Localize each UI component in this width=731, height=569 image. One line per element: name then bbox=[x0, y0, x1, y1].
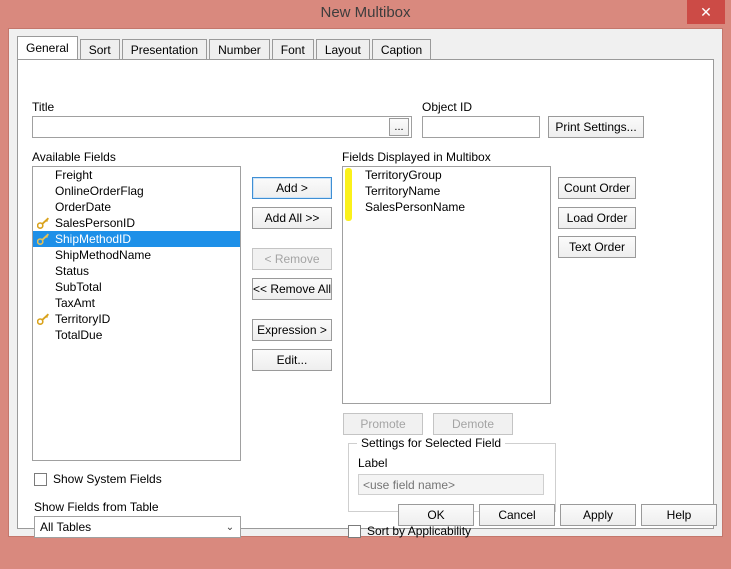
dialog-client-area: General Sort Presentation Number Font La… bbox=[8, 28, 723, 538]
list-item[interactable]: TerritoryGroup bbox=[343, 167, 550, 183]
expression-button[interactable]: Expression > bbox=[252, 319, 332, 341]
title-browse-button[interactable]: ... bbox=[389, 118, 409, 136]
tab-font[interactable]: Font bbox=[271, 39, 314, 59]
list-item[interactable]: SalesPersonID bbox=[33, 215, 240, 231]
count-order-button[interactable]: Count Order bbox=[558, 177, 636, 199]
tab-number[interactable]: Number bbox=[209, 39, 270, 59]
remove-all-button[interactable]: << Remove All bbox=[252, 278, 332, 300]
list-item[interactable]: TerritoryName bbox=[343, 183, 550, 199]
list-item[interactable]: SubTotal bbox=[33, 279, 240, 295]
list-item-label: OrderDate bbox=[55, 200, 112, 214]
label-caption: Label bbox=[358, 456, 388, 470]
list-item-selected[interactable]: ShipMethodID bbox=[33, 231, 240, 247]
promote-button[interactable]: Promote bbox=[343, 413, 423, 435]
text-order-button[interactable]: Text Order bbox=[558, 236, 636, 258]
list-item-label: TerritoryID bbox=[55, 312, 111, 326]
list-item[interactable]: TotalDue bbox=[33, 327, 240, 343]
demote-button[interactable]: Demote bbox=[433, 413, 513, 435]
object-id-input[interactable] bbox=[422, 116, 540, 138]
list-item[interactable]: SalesPersonName bbox=[343, 199, 550, 215]
show-system-fields-checkbox[interactable]: Show System Fields bbox=[34, 472, 162, 486]
window-title: New Multibox bbox=[320, 4, 411, 21]
help-button[interactable]: Help bbox=[641, 504, 717, 526]
cancel-button[interactable]: Cancel bbox=[479, 504, 555, 526]
dialog-window: New Multibox ✕ General Sort Presentation… bbox=[0, 0, 731, 569]
close-icon[interactable]: ✕ bbox=[687, 0, 725, 24]
available-fields-list[interactable]: Freight OnlineOrderFlag OrderDate SalesP… bbox=[32, 166, 241, 461]
add-button[interactable]: Add > bbox=[252, 177, 332, 199]
displayed-fields-label: Fields Displayed in Multibox bbox=[342, 150, 491, 164]
checkbox-box bbox=[34, 472, 47, 486]
ok-button[interactable]: OK bbox=[398, 504, 474, 526]
apply-button[interactable]: Apply bbox=[560, 504, 636, 526]
list-item-label: Status bbox=[55, 264, 90, 278]
displayed-fields-list[interactable]: TerritoryGroup TerritoryName SalesPerson… bbox=[342, 166, 551, 404]
tab-page-general: Title ... Object ID Print Settings... Av… bbox=[17, 59, 714, 538]
list-item[interactable]: Status bbox=[33, 263, 240, 279]
list-item[interactable]: TaxAmt bbox=[33, 295, 240, 311]
tab-presentation[interactable]: Presentation bbox=[121, 39, 208, 59]
print-settings-button[interactable]: Print Settings... bbox=[548, 116, 644, 138]
dialog-footer: OK Cancel Apply Help bbox=[9, 492, 722, 536]
list-item[interactable]: OnlineOrderFlag bbox=[33, 183, 240, 199]
tab-layout[interactable]: Layout bbox=[315, 39, 370, 59]
tab-general[interactable]: General bbox=[17, 36, 78, 59]
title-bar: New Multibox ✕ bbox=[0, 0, 731, 28]
key-icon bbox=[36, 217, 50, 230]
list-item-label: SalesPersonName bbox=[365, 200, 466, 214]
tab-sort[interactable]: Sort bbox=[79, 39, 120, 59]
list-item-label: TerritoryGroup bbox=[365, 168, 442, 182]
load-order-button[interactable]: Load Order bbox=[558, 207, 636, 229]
list-item[interactable]: Freight bbox=[33, 167, 240, 183]
list-item-label: SubTotal bbox=[55, 280, 102, 294]
list-item[interactable]: OrderDate bbox=[33, 199, 240, 215]
available-fields-label: Available Fields bbox=[32, 150, 116, 164]
show-system-fields-label: Show System Fields bbox=[53, 472, 162, 486]
list-item-label: OnlineOrderFlag bbox=[55, 184, 144, 198]
list-item-label: ShipMethodID bbox=[55, 232, 132, 246]
edit-button[interactable]: Edit... bbox=[252, 349, 332, 371]
list-item[interactable]: ShipMethodName bbox=[33, 247, 240, 263]
add-all-button[interactable]: Add All >> bbox=[252, 207, 332, 229]
list-item-label: TotalDue bbox=[55, 328, 103, 342]
settings-group-title: Settings for Selected Field bbox=[357, 436, 506, 450]
key-icon bbox=[36, 313, 50, 326]
tab-strip: General Sort Presentation Number Font La… bbox=[17, 36, 433, 59]
list-item-label: SalesPersonID bbox=[55, 216, 136, 230]
list-item-label: TaxAmt bbox=[55, 296, 96, 310]
remove-button[interactable]: < Remove bbox=[252, 248, 332, 270]
title-field-label: Title bbox=[32, 100, 55, 114]
object-id-label: Object ID bbox=[422, 100, 473, 114]
tab-caption[interactable]: Caption bbox=[371, 39, 432, 59]
list-item-label: ShipMethodName bbox=[55, 248, 152, 262]
list-item-label: TerritoryName bbox=[365, 184, 441, 198]
list-item[interactable]: TerritoryID bbox=[33, 311, 240, 327]
list-item-label: Freight bbox=[55, 168, 93, 182]
key-icon bbox=[36, 233, 50, 246]
title-input[interactable] bbox=[32, 116, 412, 138]
